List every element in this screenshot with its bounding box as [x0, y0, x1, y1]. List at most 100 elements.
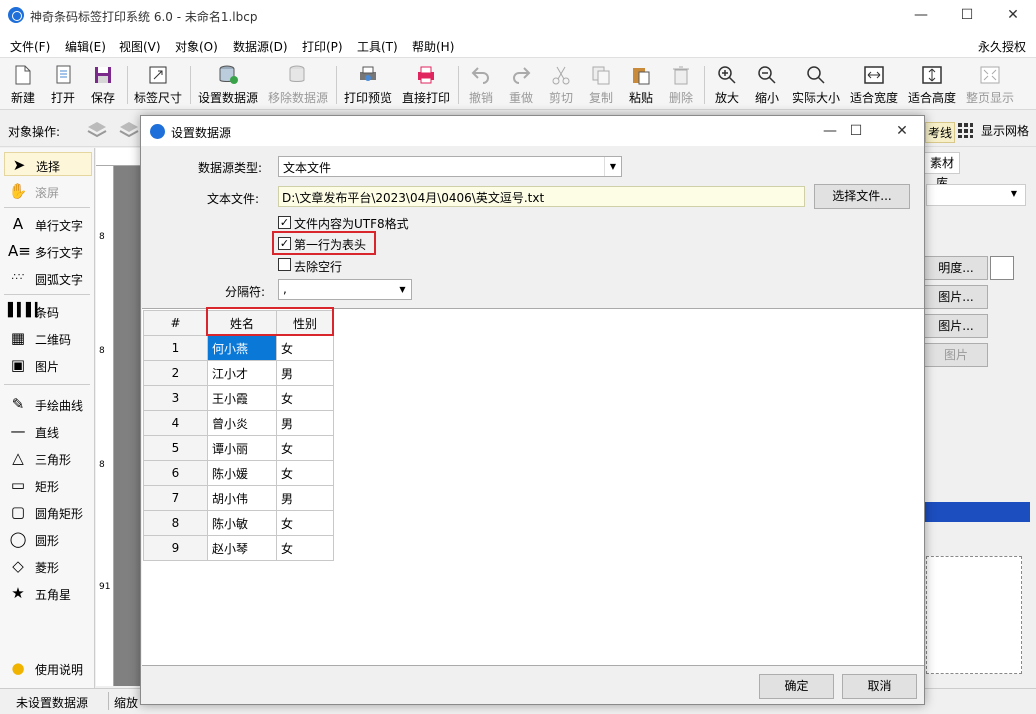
menu-file[interactable]: 文件(F): [10, 38, 50, 55]
tool-circle[interactable]: ◯ 圆形: [4, 527, 92, 551]
cell-gender[interactable]: 女: [276, 335, 334, 361]
cell-name[interactable]: 陈小媛: [207, 460, 277, 486]
label-size-button[interactable]: 标签尺寸: [132, 62, 184, 108]
cell-name[interactable]: 曾小炎: [207, 410, 277, 436]
close-button[interactable]: ✕: [990, 0, 1036, 30]
tool-image[interactable]: ▣ 图片: [4, 353, 92, 377]
tool-barcode[interactable]: ▌▍▌▎ 条码: [4, 299, 92, 323]
tool-star[interactable]: ★ 五角星: [4, 581, 92, 605]
dialog-close-button[interactable]: ✕: [879, 116, 925, 146]
open-button[interactable]: 打开: [46, 62, 80, 108]
zoom-out-button[interactable]: 缩小: [750, 62, 784, 108]
table-row[interactable]: 7 胡小伟男: [143, 485, 334, 511]
utf8-checkbox[interactable]: ✓: [278, 216, 291, 229]
menu-datasource[interactable]: 数据源(D): [233, 38, 288, 55]
cell-name[interactable]: 赵小琴: [207, 535, 277, 561]
menu-object[interactable]: 对象(O): [175, 38, 218, 55]
menu-view[interactable]: 视图(V): [119, 38, 161, 55]
choose-file-button[interactable]: 选择文件...: [814, 184, 910, 209]
image-button-3[interactable]: 图片: [924, 343, 988, 367]
tool-triangle[interactable]: △ 三角形: [4, 446, 92, 470]
guides-toggle[interactable]: 考线: [925, 122, 956, 143]
cell-gender[interactable]: 男: [276, 485, 334, 511]
paste-button[interactable]: 粘贴: [624, 62, 658, 108]
image-button-1[interactable]: 图片...: [924, 285, 988, 309]
ok-button[interactable]: 确定: [759, 674, 834, 699]
tool-single-line-text[interactable]: A 单行文字: [4, 212, 92, 236]
tool-diamond[interactable]: ◇ 菱形: [4, 554, 92, 578]
tool-rectangle[interactable]: ▭ 矩形: [4, 473, 92, 497]
property-select[interactable]: ▼: [926, 184, 1026, 206]
tool-rounded-rectangle[interactable]: ▢ 圆角矩形: [4, 500, 92, 524]
menu-tools[interactable]: 工具(T): [357, 38, 398, 55]
save-button[interactable]: 保存: [86, 62, 120, 108]
source-type-select[interactable]: 文本文件 ▼: [278, 156, 622, 177]
menu-print[interactable]: 打印(P): [302, 38, 343, 55]
separator-select[interactable]: , ▼: [278, 279, 412, 300]
cell-gender[interactable]: 女: [276, 435, 334, 461]
cell-gender[interactable]: 男: [276, 410, 334, 436]
redo-button[interactable]: 重做: [504, 62, 538, 108]
transparency-button[interactable]: 明度...: [924, 256, 988, 280]
fit-height-button[interactable]: 适合高度: [906, 62, 958, 108]
minimize-button[interactable]: —: [898, 0, 944, 30]
tool-arc-text[interactable]: ∴∵ 圆弧文字: [4, 266, 92, 290]
cell-gender[interactable]: 女: [276, 385, 334, 411]
table-row[interactable]: 3 王小霞女: [143, 385, 334, 411]
cell-name[interactable]: 何小燕: [207, 335, 277, 361]
table-row[interactable]: 6 陈小媛女: [143, 460, 334, 486]
tool-freehand[interactable]: ✎ 手绘曲线: [4, 392, 92, 416]
maximize-button[interactable]: ☐: [944, 0, 990, 30]
show-grid-toggle[interactable]: 显示网格: [981, 122, 1029, 139]
cell-gender[interactable]: 女: [276, 535, 334, 561]
dialog-maximize-button[interactable]: ☐: [833, 116, 879, 146]
actual-size-button[interactable]: 实际大小: [790, 62, 842, 108]
tool-multi-line-text[interactable]: A≡ 多行文字: [4, 239, 92, 263]
copy-button[interactable]: 复制: [584, 62, 618, 108]
cell-name[interactable]: 谭小丽: [207, 435, 277, 461]
undo-button[interactable]: 撤销: [464, 62, 498, 108]
fit-width-button[interactable]: 适合宽度: [848, 62, 900, 108]
zoom-in-button[interactable]: 放大: [710, 62, 744, 108]
set-datasource-button[interactable]: 设置数据源: [196, 62, 260, 108]
cell-gender[interactable]: 男: [276, 360, 334, 386]
cut-button[interactable]: 剪切: [544, 62, 578, 108]
full-page-button[interactable]: 整页显示: [964, 62, 1016, 108]
cell-name[interactable]: 陈小敏: [207, 510, 277, 536]
tool-pan[interactable]: ✋ 滚屏: [4, 179, 92, 203]
table-row[interactable]: 9 赵小琴女: [143, 535, 334, 561]
skip-empty-checkbox[interactable]: [278, 258, 291, 271]
tool-line[interactable]: — 直线: [4, 419, 92, 443]
color-swatch[interactable]: [990, 256, 1014, 280]
table-row[interactable]: 4 曾小炎男: [143, 410, 334, 436]
material-library-tab[interactable]: 素材库: [924, 152, 960, 190]
tool-qrcode[interactable]: ▦ 二维码: [4, 326, 92, 350]
layers-icon[interactable]: [86, 119, 108, 139]
cell-gender[interactable]: 女: [276, 510, 334, 536]
table-row[interactable]: 8 陈小敏女: [143, 510, 334, 536]
layers-icon[interactable]: [118, 119, 140, 139]
cell-name[interactable]: 江小才: [207, 360, 277, 386]
menu-help[interactable]: 帮助(H): [412, 38, 454, 55]
file-path-input[interactable]: D:\文章发布平台\2023\04月\0406\英文逗号.txt: [278, 186, 805, 207]
image-button-2[interactable]: 图片...: [924, 314, 988, 338]
dialog-title: 设置数据源: [171, 126, 232, 140]
table-row[interactable]: 2 江小才男: [143, 360, 334, 386]
menu-edit[interactable]: 编辑(E): [65, 38, 106, 55]
cell-name[interactable]: 胡小伟: [207, 485, 277, 511]
direct-print-button[interactable]: 直接打印: [400, 62, 452, 108]
column-header-index[interactable]: #: [143, 310, 208, 336]
tool-select[interactable]: ➤ 选择: [4, 152, 92, 176]
new-button[interactable]: 新建: [6, 62, 40, 108]
table-row[interactable]: 5 谭小丽女: [143, 435, 334, 461]
table-row[interactable]: 1 何小燕女: [143, 335, 334, 361]
label-canvas[interactable]: [114, 166, 142, 686]
cell-name[interactable]: 王小霞: [207, 385, 277, 411]
header-row-checkbox[interactable]: ✓: [278, 237, 291, 250]
cancel-button[interactable]: 取消: [842, 674, 917, 699]
delete-button[interactable]: 删除: [664, 62, 698, 108]
print-preview-button[interactable]: 打印预览: [342, 62, 394, 108]
remove-datasource-button[interactable]: 移除数据源: [266, 62, 330, 108]
help-guide[interactable]: ● 使用说明: [4, 656, 92, 680]
cell-gender[interactable]: 女: [276, 460, 334, 486]
